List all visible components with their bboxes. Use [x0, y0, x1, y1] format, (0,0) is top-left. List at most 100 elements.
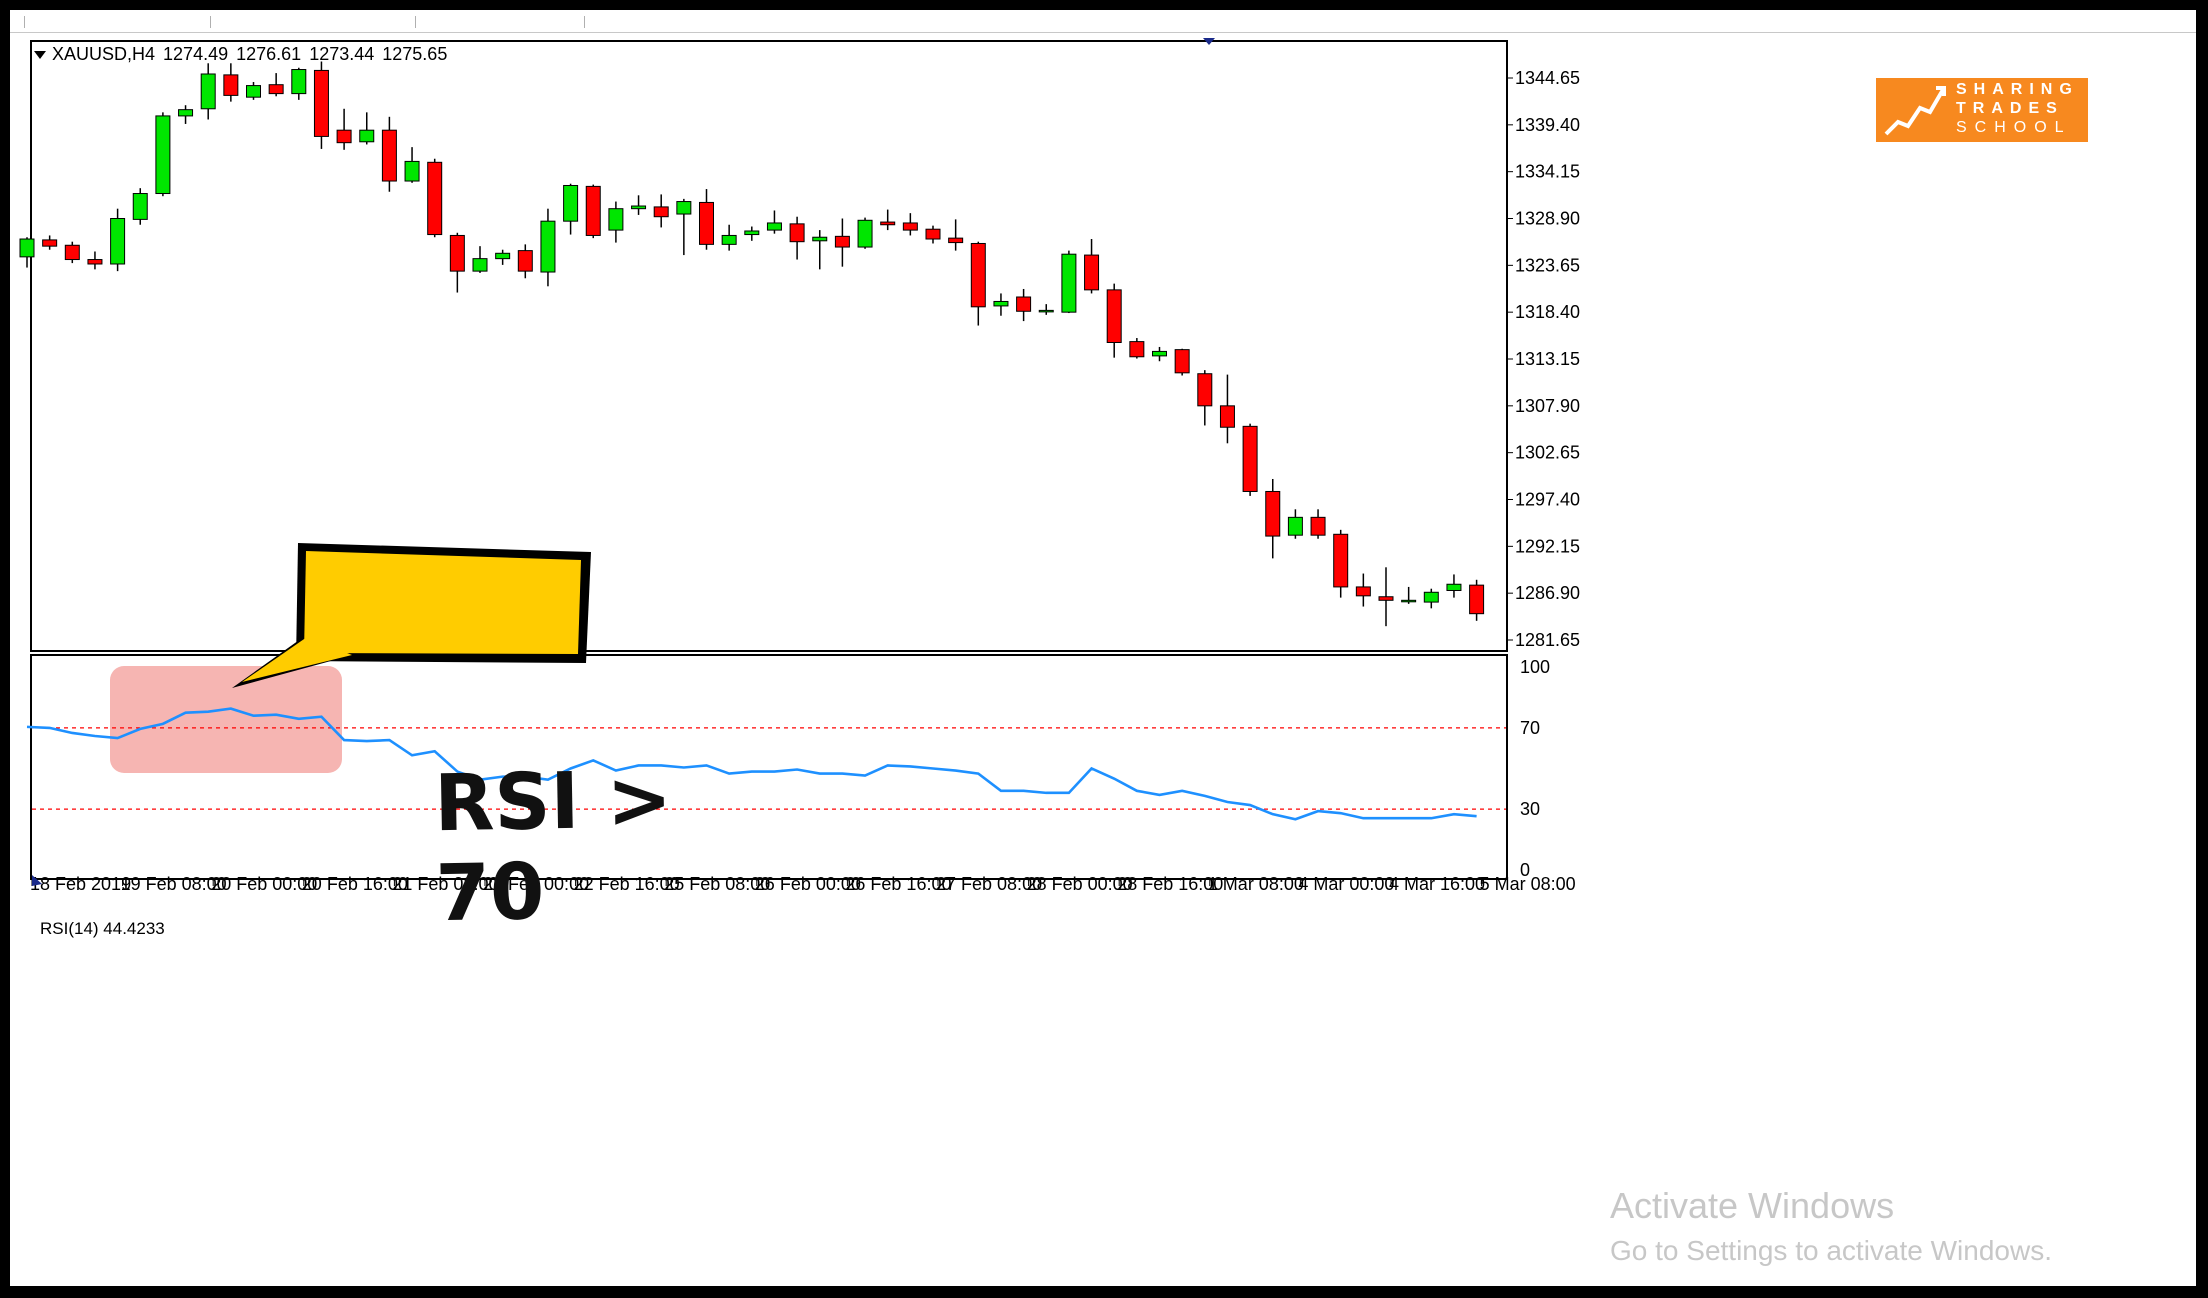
- bear-candle-body: [1378, 596, 1394, 601]
- bear-candle-body: [1084, 254, 1100, 291]
- candle: [1061, 250, 1077, 314]
- bear-candle-body: [268, 84, 284, 95]
- bear-candle-body: [970, 242, 986, 308]
- bear-candle-body: [427, 161, 443, 236]
- bear-candle-body: [653, 206, 669, 218]
- bear-candle-body: [1016, 296, 1032, 312]
- bull-candle-body: [291, 69, 307, 95]
- price-tick-label: 1281.65: [1515, 630, 1580, 650]
- bull-candle-body: [359, 129, 375, 143]
- price-tick-label: 1334.15: [1515, 162, 1580, 182]
- logo-line-3: SCHOOL: [1956, 119, 2072, 136]
- price-tick-label: 1339.40: [1515, 115, 1580, 135]
- bull-candle-body: [472, 258, 488, 272]
- callout-text: RSI > 70: [433, 755, 673, 940]
- bull-candle-body: [721, 234, 737, 245]
- price-tick-label: 1328.90: [1515, 209, 1580, 229]
- bear-candle-body: [880, 221, 896, 226]
- bull-candle-body: [1446, 583, 1462, 591]
- bear-candle-body: [902, 222, 918, 231]
- chart-window: 1344.65 1339.40 1334.15 1328.90 1323.65 1318.…: [10, 10, 2196, 1286]
- low-value: 1273.44: [309, 44, 375, 64]
- bull-candle-body: [744, 230, 760, 236]
- price-axis: 1344.65 1339.40 1334.15 1328.90 1323.65 1318.…: [1507, 68, 1580, 650]
- bear-candle-body: [1242, 425, 1258, 492]
- candle: [313, 61, 329, 149]
- chart-canvas[interactable]: 1344.65 1339.40 1334.15 1328.90 1323.65 1318.…: [10, 10, 2196, 1286]
- bear-candle-body: [699, 201, 714, 245]
- bear-candle-body: [336, 129, 352, 144]
- bear-candle-body: [1265, 490, 1281, 537]
- bear-candle-body: [313, 69, 329, 137]
- rsi-overbought-highlight: [110, 666, 342, 773]
- bull-candle-body: [110, 218, 126, 265]
- price-tick-label: 1344.65: [1515, 68, 1580, 88]
- bull-candle-body: [563, 184, 579, 222]
- time-tick-label: 18 Feb 2019: [30, 874, 131, 894]
- price-tick-label: 1297.40: [1515, 490, 1580, 510]
- collapse-triangle-icon[interactable]: [34, 51, 46, 60]
- symbol-header: XAUUSD,H4 1274.49 1276.61 1273.44 1275.65: [34, 44, 455, 65]
- price-panel[interactable]: [30, 40, 1508, 652]
- bear-candle-body: [381, 129, 397, 182]
- candle: [155, 112, 171, 197]
- bull-candle-body: [404, 160, 420, 182]
- price-tick-label: 1318.40: [1515, 302, 1580, 322]
- bull-candle-body: [1401, 599, 1417, 603]
- bear-candle-body: [1310, 516, 1326, 536]
- candle: [1174, 348, 1190, 376]
- price-tick-label: 1323.65: [1515, 255, 1580, 275]
- bull-candle-body: [178, 109, 194, 117]
- bear-candle-body: [1333, 533, 1349, 588]
- bull-candle-body: [1152, 350, 1167, 357]
- candle: [857, 217, 873, 249]
- bear-candle-body: [789, 223, 805, 243]
- rsi-indicator-label: RSI(14) 44.4233: [40, 919, 165, 938]
- bull-candle-body: [631, 205, 647, 210]
- bull-candle-body: [676, 201, 692, 215]
- bull-candle-body: [1423, 591, 1439, 603]
- bear-candle-body: [948, 237, 964, 244]
- bear-candle-body: [1106, 289, 1122, 343]
- time-tick-label: 5 Mar 08:00: [1480, 874, 1576, 894]
- bull-candle-body: [200, 73, 216, 110]
- bear-candle-body: [1197, 373, 1213, 407]
- bull-candle-body: [540, 220, 556, 273]
- bear-candle-body: [1469, 584, 1485, 615]
- bull-candle-body: [993, 300, 1009, 307]
- time-tick-label: 4 Mar 16:00: [1389, 874, 1485, 894]
- candle: [585, 184, 601, 239]
- price-tick-label: 1307.90: [1515, 396, 1580, 416]
- bull-candle-body: [857, 219, 873, 248]
- open-value: 1274.49: [163, 44, 229, 64]
- price-tick-label: 1302.65: [1515, 443, 1580, 463]
- bear-candle-body: [1219, 405, 1235, 428]
- price-tick-label: 1286.90: [1515, 583, 1580, 603]
- bull-candle-body: [766, 222, 782, 231]
- bear-candle-body: [1129, 341, 1145, 358]
- candle: [427, 158, 443, 238]
- bull-candle-body: [1038, 309, 1054, 313]
- bull-candle-body: [1287, 516, 1303, 536]
- bear-candle-body: [585, 185, 601, 236]
- close-value: 1275.65: [382, 44, 448, 64]
- bull-candle-body: [132, 193, 148, 220]
- bull-candle-body: [19, 238, 35, 258]
- bull-candle-body: [1061, 253, 1077, 313]
- bull-candle-body: [812, 236, 828, 242]
- price-tick-label: 1313.15: [1515, 349, 1580, 369]
- time-tick-label: 4 Mar 00:00: [1298, 874, 1394, 894]
- bull-candle-body: [495, 252, 511, 260]
- candle: [1242, 423, 1258, 496]
- chart-logo-icon: [1884, 86, 1946, 136]
- logo-line-2: TRADES: [1956, 100, 2064, 117]
- bear-candle-body: [42, 239, 58, 247]
- bear-candle-body: [64, 244, 80, 261]
- price-tick-label: 1292.15: [1515, 536, 1580, 556]
- time-tick-label: 1 Mar 08:00: [1208, 874, 1304, 894]
- logo-line-1: SHARING: [1956, 81, 2079, 98]
- bull-candle-body: [246, 85, 261, 98]
- bear-candle-body: [87, 259, 103, 265]
- candle: [1129, 338, 1145, 359]
- bull-candle-body: [608, 208, 624, 231]
